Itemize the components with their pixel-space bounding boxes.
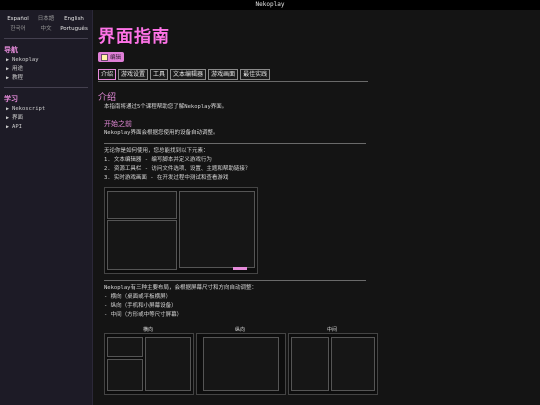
language-row: Español 日本語 English: [4, 14, 88, 24]
language-link-chinese[interactable]: 中文: [32, 24, 60, 34]
layout-landscape: 横向: [104, 326, 194, 395]
sidebar-item-label: API: [12, 124, 22, 130]
layouts-intro: Nekoplay有三种主要布局，会根据屏幕尺寸和方向自动调整：: [104, 284, 257, 291]
learn-section: 学习 ▶ Nekoscript ▶ 界面 ▶ API: [0, 94, 92, 132]
sidebar-divider: [4, 38, 88, 39]
start-text: Nekoplay界面会根据您使用的设备自动调整。: [104, 129, 219, 136]
sidebar: Español 日本語 English 한국어 中文 Português 导航 …: [0, 10, 93, 405]
layout-label: 中间: [326, 326, 337, 333]
section-divider: [104, 279, 366, 281]
start-heading: 开始之前: [104, 119, 132, 128]
main-content: 界面指南 编辑 介绍 游戏设置 工具 文本编辑器 游戏画面 最佳实践 介绍 本指…: [98, 10, 534, 405]
chevron-right-icon: ▶: [6, 66, 10, 72]
language-link-japanese[interactable]: 日本語: [32, 14, 60, 24]
sidebar-item-label: Nekoplay: [12, 57, 39, 63]
screenshot-pane: [291, 336, 329, 391]
list-item: - 横向（桌面或平板横屏）: [104, 293, 172, 300]
chevron-right-icon: ▶: [6, 75, 10, 81]
list-item: 1. 文本编辑器 - 编写脚本并定义游戏行为: [104, 156, 212, 163]
sidebar-item-tutorials[interactable]: ▶ 教程: [4, 74, 92, 83]
sidebar-item-label: 界面: [12, 115, 24, 121]
screenshot-accent: [233, 266, 247, 270]
nav-section: 导航 ▶ Nekoplay ▶ 用途 ▶ 教程: [0, 45, 92, 83]
tab-text-editor[interactable]: 文本编辑器: [170, 68, 207, 80]
list-item: - 中间（方形或中等尺寸屏幕）: [104, 311, 183, 318]
screenshot-pane: [107, 336, 143, 357]
layout-label: 横向: [142, 326, 153, 333]
language-link-korean[interactable]: 한국어: [4, 24, 32, 34]
sidebar-item-uses[interactable]: ▶ 用途: [4, 65, 92, 74]
layout-portrait: 纵向: [196, 326, 286, 395]
window-title: Nekoplay: [0, 0, 540, 10]
layout-screenshots: 横向 纵向 中间: [104, 326, 534, 395]
edit-button[interactable]: 编辑: [98, 52, 125, 62]
chevron-right-icon: ▶: [6, 106, 10, 112]
language-selector: Español 日本語 English 한국어 中文 Português: [0, 10, 92, 34]
section-divider: [104, 142, 366, 144]
list-item: 2. 资源工具栏 - 访问文件选项、设置、主题和帮助链接？: [104, 165, 251, 172]
sidebar-divider: [4, 87, 88, 88]
layout-screenshot: [288, 332, 378, 395]
tab-game-screen[interactable]: 游戏画面: [208, 68, 239, 80]
tab-tools[interactable]: 工具: [150, 68, 169, 80]
chevron-right-icon: ▶: [6, 115, 10, 121]
sidebar-item-interface[interactable]: ▶ 界面: [4, 114, 92, 123]
sidebar-item-label: 教程: [12, 75, 24, 81]
sidebar-item-api[interactable]: ▶ API: [4, 123, 92, 132]
chevron-right-icon: ▶: [6, 57, 10, 63]
screenshot-pane: [331, 336, 375, 391]
tab-game-settings[interactable]: 游戏设置: [118, 68, 149, 80]
language-link-english[interactable]: English: [60, 14, 88, 24]
list-item: 3. 实时游戏画面 - 在开发过程中测试和查看游戏: [104, 174, 229, 181]
language-row: 한국어 中文 Português: [4, 24, 88, 34]
sidebar-item-label: 用途: [12, 66, 24, 72]
layout-screenshot: [196, 332, 286, 395]
sidebar-item-nekoscript[interactable]: ▶ Nekoscript: [4, 105, 92, 114]
layout-middle: 中间: [288, 326, 378, 395]
screenshot-pane: [107, 358, 143, 391]
tab-best-practices[interactable]: 最佳实践: [240, 68, 271, 80]
nav-heading: 导航: [4, 46, 18, 54]
tab-intro[interactable]: 介绍: [98, 68, 117, 80]
page-title: 界面指南: [98, 27, 170, 47]
screenshot-pane: [203, 336, 279, 391]
chevron-right-icon: ▶: [6, 124, 10, 130]
list-item: - 纵向（手机和小屏幕设备）: [104, 302, 177, 309]
screenshot-pane: [107, 190, 177, 219]
screenshot-pane: [145, 336, 191, 391]
language-link-spanish[interactable]: Español: [4, 14, 32, 24]
components-list: 无论你是如何使用，您总能找到以下元素： 1. 文本编辑器 - 编写脚本并定义游戏…: [104, 147, 534, 183]
screenshot-pane: [107, 219, 177, 270]
interface-screenshot: [104, 186, 258, 274]
edit-icon: [101, 53, 108, 61]
screenshot-pane: [179, 190, 255, 268]
layouts-list: Nekoplay有三种主要布局，会根据屏幕尺寸和方向自动调整： - 横向（桌面或…: [104, 284, 534, 320]
intro-text: 本指南将通过5个课程帮助您了解Nekoplay界面。: [104, 103, 228, 110]
intro-heading: 介绍: [98, 92, 117, 103]
layout-label: 纵向: [234, 326, 245, 333]
sidebar-item-nekoplay[interactable]: ▶ Nekoplay: [4, 56, 92, 65]
sidebar-item-label: Nekoscript: [12, 106, 46, 112]
language-link-portuguese[interactable]: Português: [60, 24, 88, 34]
learn-heading: 学习: [4, 95, 18, 103]
components-intro: 无论你是如何使用，您总能找到以下元素：: [104, 147, 209, 154]
tab-bar: 介绍 游戏设置 工具 文本编辑器 游戏画面 最佳实践: [98, 68, 368, 82]
edit-label: 编辑: [110, 55, 122, 61]
layout-screenshot: [104, 332, 194, 395]
